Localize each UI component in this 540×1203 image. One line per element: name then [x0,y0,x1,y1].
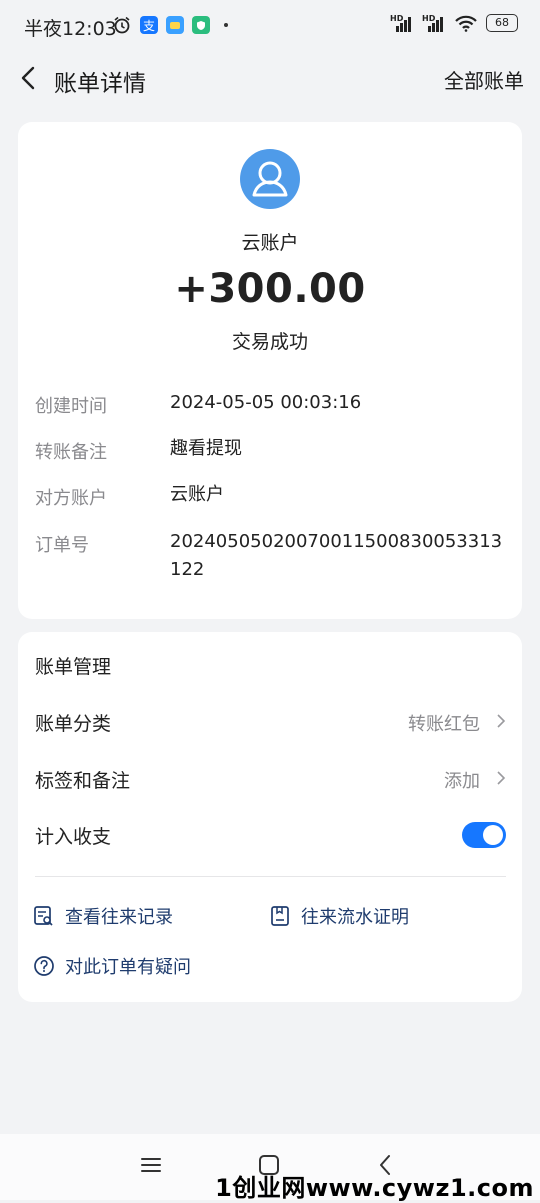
view-records-label: 查看往来记录 [65,907,173,928]
alipay-icon: 支 [140,16,158,34]
order-question-link[interactable]: 对此订单有疑问 [33,953,191,979]
menu-icon[interactable] [138,1152,164,1178]
notification-icons: 支 [112,15,228,35]
detail-value-account: 云账户 [170,484,224,505]
battery-icon: 68 [486,14,518,32]
statement-proof-label: 往来流水证明 [301,907,409,928]
detail-label-created: 创建时间 [35,396,107,417]
transaction-amount: +300.00 [174,266,366,312]
transaction-card: 云账户 +300.00 交易成功 创建时间 2024-05-05 00:03:1… [18,122,522,619]
shield-app-icon [192,16,210,34]
back-arrow-icon[interactable] [14,62,46,94]
statement-proof-link[interactable]: 往来流水证明 [269,903,409,929]
status-bar: 半夜12:03 支 HD HD 68 [0,0,540,52]
divider [35,876,506,877]
wifi-icon [455,15,477,32]
transaction-status: 交易成功 [231,331,308,353]
user-avatar-icon [240,149,300,209]
detail-value-order[interactable]: 20240505020070011500830053313122 [170,528,508,584]
detail-label-account: 对方账户 [35,488,107,509]
signal-1-icon: HD [390,14,414,32]
category-label: 账单分类 [35,713,112,735]
tag-label: 标签和备注 [35,770,131,792]
detail-value-created: 2024-05-05 00:03:16 [170,392,362,413]
signal-2-icon: HD [422,14,446,32]
detail-value-note: 趣看提现 [170,438,242,459]
tag-value: 添加 [444,771,480,792]
page-title: 账单详情 [54,71,146,97]
status-time: 半夜12:03 [24,18,117,40]
section-title: 账单管理 [35,656,112,678]
detail-label-order: 订单号 [35,535,89,556]
bill-management-card: 账单管理 账单分类 转账红包 标签和备注 添加 计入收支 查看往来记录 往来流水… [18,632,522,1002]
category-value: 转账红包 [408,714,480,735]
document-icon [271,906,289,926]
toggle-knob [483,825,503,845]
include-toggle[interactable] [462,822,506,848]
include-label: 计入收支 [35,826,112,848]
chevron-right-icon [497,771,506,785]
all-bills-link[interactable]: 全部账单 [444,65,524,94]
order-question-label: 对此订单有疑问 [65,957,191,978]
question-icon [34,956,54,976]
wallet-app-icon [166,16,184,34]
more-dot-icon [224,23,228,27]
status-right-icons: HD HD 68 [390,14,518,32]
view-records-link[interactable]: 查看往来记录 [33,903,173,929]
detail-label-note: 转账备注 [35,442,107,463]
app-header: 账单详情 全部账单 [0,52,540,108]
alarm-icon [114,16,130,34]
watermark-text: 1创业网www.cywz1.com [215,1174,534,1202]
counterparty-name: 云账户 [241,232,299,254]
records-icon [34,906,53,926]
chevron-right-icon [497,714,506,728]
